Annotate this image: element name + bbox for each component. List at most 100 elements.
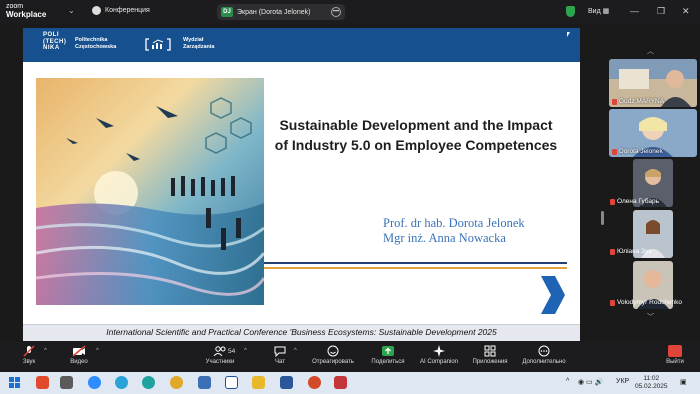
- mic-muted-icon: [610, 198, 615, 205]
- slide-title: Sustainable Development and the Impact o…: [274, 117, 558, 153]
- people-icon: [213, 346, 226, 357]
- logo-line-2: Workplace: [6, 10, 47, 19]
- meeting-toolbar: Звук ^ Видео ^ Участники 54 ^ Чат ^ Отре…: [0, 342, 700, 372]
- share-label: Экран (Dorota Jelonek): [237, 8, 311, 16]
- multicolor-app-icon[interactable]: [334, 376, 347, 389]
- chevron-down-icon[interactable]: ⌄: [68, 6, 75, 15]
- chat-button[interactable]: Чат: [270, 345, 290, 365]
- zoom-logo: zoom Workplace: [6, 3, 46, 19]
- video-off-icon: [72, 345, 86, 357]
- chrome-browser-icon[interactable]: [170, 376, 183, 389]
- mic-muted-icon: [610, 248, 615, 255]
- react-button[interactable]: Отреагировать: [308, 345, 358, 365]
- word-app-icon[interactable]: [280, 376, 293, 389]
- office-app-icon[interactable]: [36, 376, 49, 389]
- apps-button[interactable]: Приложения: [470, 345, 510, 365]
- windows-start-icon[interactable]: [8, 376, 21, 389]
- university-name: Politechnika Częstochowska: [75, 37, 116, 51]
- presenter-badge: DJ: [221, 7, 233, 17]
- presentation-slide: POLI (TECH) NIKA Politechnika Częstochow…: [23, 28, 580, 341]
- chevron-up-icon[interactable]: ^: [566, 378, 569, 385]
- language-indicator[interactable]: УКР: [616, 378, 629, 385]
- mic-muted-icon: [612, 98, 617, 105]
- slide-footer: International Scientific and Practical C…: [23, 324, 580, 341]
- apps-label: Приложения: [472, 359, 508, 365]
- browser-app-icon[interactable]: [308, 376, 321, 389]
- faculty-name-1: Wydział: [183, 37, 204, 43]
- windows-taskbar: ^ ◉ ▭ 🔊 УКР 11:02 05.02.2025 ▣: [0, 372, 700, 394]
- audio-button[interactable]: Звук: [14, 345, 44, 365]
- paw-icon: [92, 6, 101, 15]
- react-label: Отреагировать: [312, 359, 354, 365]
- meeting-menu[interactable]: Конференция: [92, 6, 150, 15]
- university-logo: POLI (TECH) NIKA: [43, 32, 66, 52]
- participants-count: 54: [228, 348, 236, 355]
- screen-share-indicator[interactable]: DJ Экран (Dorota Jelonek) •••: [217, 4, 345, 20]
- logo-line-1: zoom: [6, 3, 24, 10]
- participant-tile[interactable]: Gudz MARYNA: [609, 59, 697, 107]
- minimize-icon[interactable]: —: [630, 6, 639, 16]
- audio-options-caret[interactable]: ^: [44, 348, 47, 354]
- system-clock[interactable]: 11:02 05.02.2025: [635, 375, 668, 391]
- restore-icon[interactable]: ❐: [657, 6, 665, 17]
- shield-app-icon[interactable]: [225, 376, 238, 389]
- university-name-1: Politechnika: [75, 37, 108, 43]
- faculty-logo-icon: [145, 38, 171, 51]
- share-screen-icon: [382, 346, 394, 356]
- telegram-app-icon[interactable]: [115, 376, 128, 389]
- meeting-label: Конференция: [105, 7, 150, 14]
- participant-name: Dorota Jelonek: [612, 148, 663, 155]
- participant-name: Олена Губарь: [610, 198, 659, 205]
- zoom-window: zoom Workplace ⌄ Конференция DJ Экран (D…: [0, 0, 700, 394]
- mouse-cursor-icon: [567, 32, 570, 37]
- video-button[interactable]: Видео: [64, 345, 94, 365]
- file-explorer-icon[interactable]: [252, 376, 265, 389]
- security-shield-icon[interactable]: [566, 6, 575, 17]
- terminal-app-icon[interactable]: [60, 376, 73, 389]
- sparkle-icon: [433, 345, 445, 357]
- slide-authors: Prof. dr hab. Dorota Jelonek Mgr inż. An…: [383, 216, 525, 246]
- more-options-icon[interactable]: •••: [331, 7, 341, 17]
- shared-screen-area: POLI (TECH) NIKA Politechnika Częstochow…: [0, 24, 605, 342]
- audio-label: Звук: [22, 359, 36, 365]
- title-bar: zoom Workplace ⌄ Конференция DJ Экран (D…: [0, 0, 700, 24]
- ai-companion-button[interactable]: AI Companion: [416, 345, 462, 365]
- scroll-down-icon[interactable]: ﹀: [647, 312, 654, 322]
- participants-options-caret[interactable]: ^: [244, 348, 247, 354]
- zoom-app-icon[interactable]: [88, 376, 101, 389]
- slide-header: POLI (TECH) NIKA Politechnika Częstochow…: [23, 28, 580, 62]
- chat-label: Чат: [275, 359, 285, 365]
- university-name-2: Częstochowska: [75, 44, 117, 50]
- participant-name: Volodymyr Rodchenko: [610, 299, 682, 306]
- participant-gallery: ︿ Gudz MARYNA Dorota Jelonek Олена Губар…: [607, 24, 700, 342]
- mic-muted-icon: [23, 345, 35, 357]
- logo-text-3: NIKA: [43, 45, 60, 51]
- more-button[interactable]: Дополнительно: [516, 345, 572, 365]
- scroll-up-icon[interactable]: ︿: [647, 46, 654, 56]
- leave-button[interactable]: Выйти: [660, 345, 690, 365]
- leave-icon: [668, 345, 682, 357]
- tray-icons[interactable]: ◉ ▭ 🔊: [578, 378, 603, 386]
- chat-options-caret[interactable]: ^: [294, 348, 297, 354]
- close-icon[interactable]: ✕: [682, 6, 690, 17]
- view-menu[interactable]: Вид ▦: [588, 7, 609, 15]
- faculty-name: Wydział Zarządzania: [183, 37, 214, 51]
- mic-muted-icon: [610, 299, 615, 306]
- conference-name: International Scientific and Practical C…: [106, 327, 497, 337]
- edge-browser-icon[interactable]: [142, 376, 155, 389]
- companion-label: AI Companion: [419, 359, 459, 365]
- view-label: Вид: [588, 8, 601, 15]
- mic-muted-icon: [612, 148, 617, 155]
- notifications-icon[interactable]: ▣: [680, 378, 687, 386]
- apps-icon: [484, 345, 496, 357]
- author-2: Mgr inż. Anna Nowacka: [383, 231, 506, 245]
- panel-resize-handle[interactable]: [601, 211, 604, 225]
- share-button[interactable]: Поделиться: [368, 345, 408, 365]
- participant-tile[interactable]: Dorota Jelonek: [609, 109, 697, 157]
- share-label-btn: Поделиться: [371, 359, 405, 365]
- video-options-caret[interactable]: ^: [96, 348, 99, 354]
- participants-label: Участники: [205, 359, 235, 365]
- leave-label: Выйти: [666, 359, 684, 365]
- store-app-icon[interactable]: [198, 376, 211, 389]
- more-icon: [538, 345, 550, 357]
